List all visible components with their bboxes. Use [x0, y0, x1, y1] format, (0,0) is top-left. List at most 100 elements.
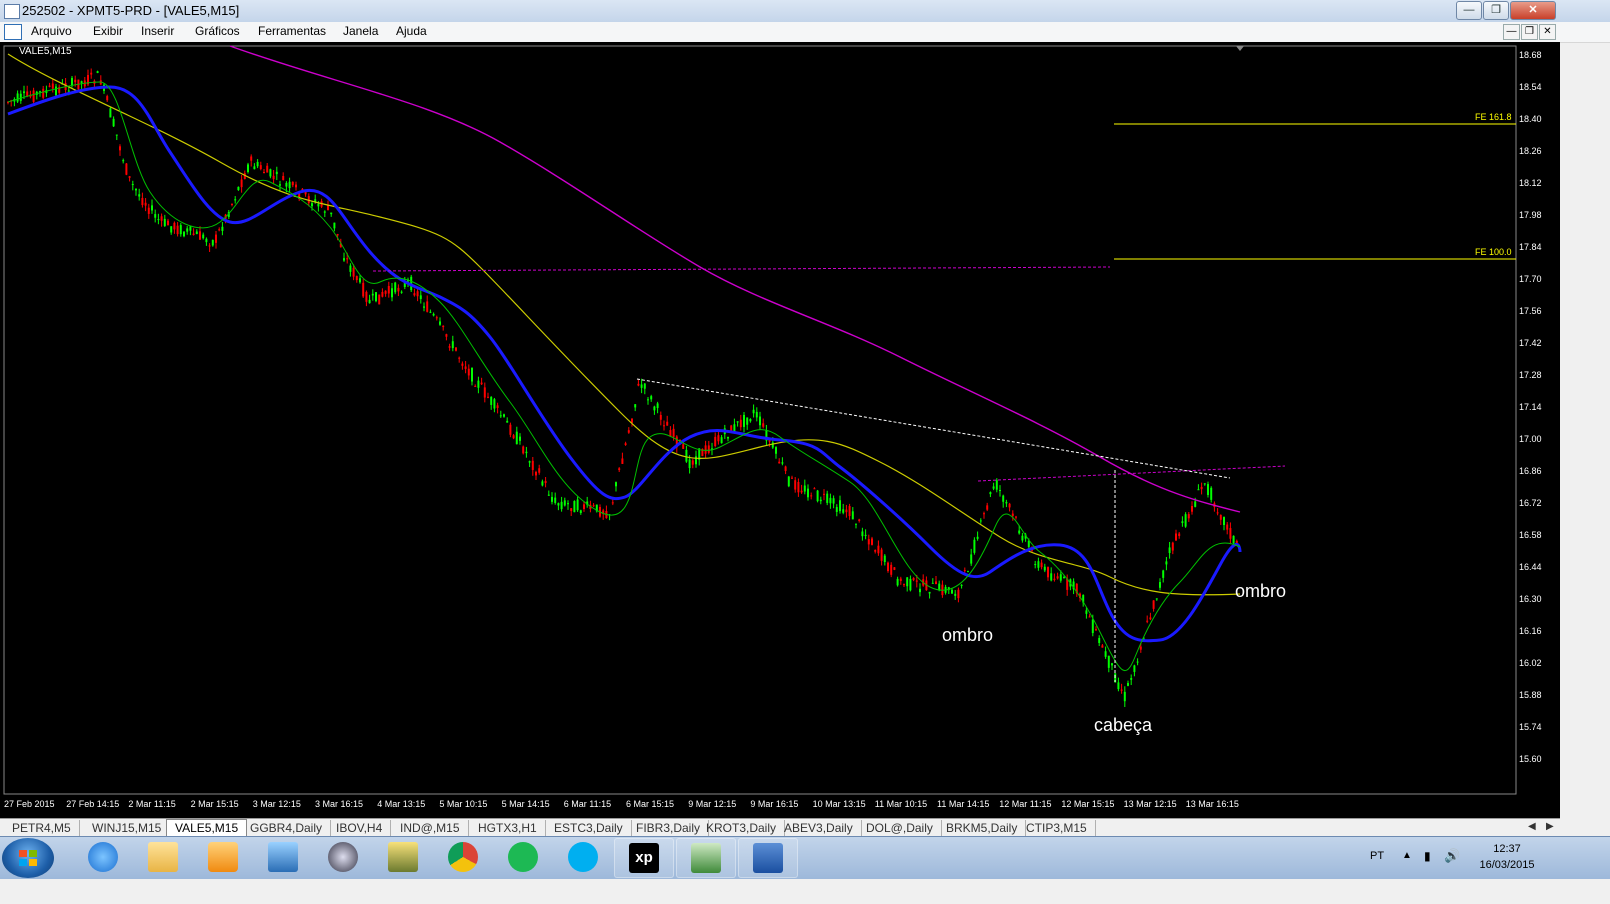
network-icon[interactable]: ▮ [1424, 849, 1431, 863]
system-clock[interactable]: 12:37 16/03/2015 [1477, 841, 1537, 873]
candle-body [957, 589, 960, 599]
time-axis-tick: 11 Mar 10:15 [874, 799, 928, 809]
candle-body [250, 156, 253, 161]
taskbar-media-player[interactable] [194, 838, 252, 876]
candle-body [1139, 646, 1142, 650]
candle-body [1152, 600, 1155, 609]
menu-arquivo[interactable]: Arquivo [31, 24, 72, 38]
taskbar-skype[interactable] [554, 838, 612, 876]
candle-body [736, 421, 739, 423]
chart-tab[interactable]: WINJ15,M15 [84, 820, 171, 836]
candle-body [781, 462, 784, 464]
chart-tab[interactable]: VALE5,M15 [166, 819, 248, 836]
candle-body [157, 219, 160, 221]
candle-body [714, 436, 717, 447]
candle-body [848, 505, 851, 517]
language-indicator[interactable]: PT [1370, 850, 1384, 862]
candle-body [1226, 524, 1229, 530]
chart-tab[interactable]: ABEV3,Daily [776, 820, 862, 836]
taskbar-spotify[interactable] [494, 838, 552, 876]
chart-tab[interactable]: ESTC3,Daily [546, 820, 632, 836]
candle-body [531, 460, 534, 470]
ma-mid-line [7, 85, 1242, 643]
candle-body [784, 466, 787, 471]
taskbar-chrome[interactable] [434, 838, 492, 876]
chart-tab[interactable]: DOL@,Daily [858, 820, 942, 836]
candle-body [471, 367, 473, 382]
candle-body [663, 425, 665, 427]
candle-body [787, 476, 790, 487]
chart-tab[interactable]: GGBR4,Daily [242, 820, 332, 836]
chart-tab[interactable]: BRKM5,Daily [938, 820, 1027, 836]
chart-tab[interactable]: IND@,M15 [392, 820, 469, 836]
candle-body [1168, 547, 1171, 553]
candle-body [1194, 501, 1197, 507]
candle-body [1104, 651, 1107, 657]
menu-ferramentas[interactable]: Ferramentas [258, 24, 326, 38]
price-axis-tick: 17.14 [1519, 402, 1542, 412]
taskbar-tool-app[interactable] [374, 838, 432, 876]
tabs-scroll[interactable]: ◀ ▶ [1510, 819, 1560, 837]
candle-body [717, 435, 720, 442]
candle-body [1098, 637, 1101, 644]
candle-body [435, 317, 438, 319]
menu-graficos[interactable]: Gráficos [195, 24, 240, 38]
app-icon[interactable] [4, 4, 20, 19]
chart-tab[interactable]: CTIP3,M15 [1018, 820, 1096, 836]
chart-tab[interactable]: FIBR3,Daily [628, 820, 710, 836]
candle-body [432, 313, 435, 316]
candle-body [237, 186, 240, 191]
candle-body [1175, 533, 1177, 541]
chart-tab[interactable]: IBOV,H4 [328, 820, 392, 836]
scroll-right-icon[interactable]: ▶ [1546, 821, 1554, 832]
scroll-left-icon[interactable]: ◀ [1528, 821, 1536, 832]
menu-inserir[interactable]: Inserir [141, 24, 174, 38]
taskbar-remote-app[interactable] [254, 838, 312, 876]
candle-body [445, 334, 448, 337]
candle-body [739, 419, 742, 428]
minimize-button[interactable]: — [1456, 1, 1482, 20]
chart-tab[interactable]: HGTX3,H1 [470, 820, 546, 836]
candle-body [880, 549, 883, 561]
candle-body [247, 164, 249, 173]
candle-body [938, 583, 941, 590]
time-axis-tick: 13 Mar 12:15 [1123, 799, 1177, 809]
shift-marker-icon[interactable] [1236, 46, 1244, 51]
candle-body [384, 290, 387, 294]
mdi-close-button[interactable]: ✕ [1539, 24, 1556, 40]
candle-body [387, 286, 390, 294]
document-icon[interactable] [4, 24, 22, 40]
candle-body [1184, 514, 1187, 527]
mdi-restore-button[interactable]: ❐ [1521, 24, 1538, 40]
time-axis-tick: 12 Mar 11:15 [999, 799, 1052, 809]
candle-body [1002, 495, 1005, 502]
candle-body [864, 534, 867, 536]
chart-tab[interactable]: PETR4,M5 [4, 820, 80, 836]
internet-explorer-icon [88, 842, 118, 872]
chart-tab[interactable]: KROT3,Daily [698, 820, 786, 836]
candle-body [1171, 542, 1174, 551]
candle-body [835, 507, 838, 512]
close-button[interactable]: ✕ [1510, 1, 1556, 20]
candle-body [96, 71, 99, 74]
taskbar-file-explorer[interactable] [134, 838, 192, 876]
menu-exibir[interactable]: Exibir [93, 24, 123, 38]
price-chart[interactable]: VALE5,M15 FE 161.8 FE 100.0 ombro cabeça… [0, 42, 1560, 818]
start-button[interactable] [2, 838, 54, 878]
candle-body [115, 134, 118, 136]
candle-body [1059, 574, 1062, 581]
restore-button[interactable]: ❐ [1483, 1, 1509, 20]
menu-ajuda[interactable]: Ajuda [396, 24, 427, 38]
tray-expand-icon[interactable]: ▲ [1402, 850, 1412, 861]
taskbar-metatrader[interactable] [676, 838, 736, 878]
menu-janela[interactable]: Janela [343, 24, 378, 38]
candle-body [759, 416, 761, 426]
taskbar-internet-explorer[interactable] [74, 838, 132, 876]
candle-body [205, 238, 208, 243]
taskbar-word[interactable] [738, 838, 798, 878]
candle-body [839, 500, 841, 512]
taskbar-xp-investimentos[interactable]: xp [614, 838, 674, 878]
taskbar-hp-app[interactable] [314, 838, 372, 876]
mdi-minimize-button[interactable]: — [1503, 24, 1520, 40]
volume-icon[interactable]: 🔊 [1444, 848, 1460, 864]
